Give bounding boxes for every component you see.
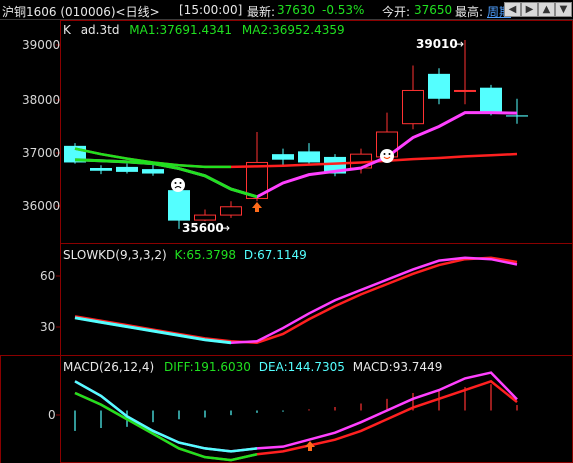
candle-body — [428, 73, 450, 99]
ma2-label: MA2:36952.4359 — [242, 23, 345, 37]
kd-tick: 60 — [40, 269, 55, 283]
price-panel — [64, 40, 528, 229]
candle-body — [116, 166, 138, 172]
sad-face-icon — [171, 178, 185, 192]
next-icon[interactable]: ▶ — [521, 2, 538, 17]
price-tick: 37000 — [22, 146, 60, 160]
kd-panel — [74, 256, 518, 345]
d-value-label: D:67.1149 — [244, 248, 307, 262]
change-value: -0.53% — [322, 3, 365, 17]
macd-tick: 0 — [48, 408, 56, 422]
dea-label: DEA:144.7305 — [259, 360, 345, 374]
candle-body — [454, 89, 476, 92]
price-tick: 38000 — [22, 93, 60, 107]
candle-body — [298, 151, 320, 163]
candle-body — [480, 87, 502, 113]
diff-label: DIFF:191.6030 — [164, 360, 251, 374]
k-panel-name: K — [63, 23, 72, 37]
ma1-line — [74, 111, 518, 199]
price-tick: 36000 — [22, 199, 60, 213]
high-label: 最高: — [455, 5, 484, 19]
candle-body — [506, 115, 528, 117]
k-value-label: K:65.3798 — [174, 248, 236, 262]
chart-area[interactable]: 39000 38000 37000 36000 60 30 0 K ad.3td… — [0, 20, 573, 463]
up-arrow-icon — [305, 441, 315, 451]
zoom-out-icon[interactable]: ▲ — [538, 2, 555, 17]
prev-icon[interactable]: ◀ — [504, 2, 521, 17]
up-arrow-icon — [252, 202, 262, 212]
kd-panel-name: SLOWKD(9,3,3,2) — [63, 248, 167, 262]
dea-line — [74, 379, 518, 462]
kd-tick: 30 — [40, 320, 55, 334]
price-tick: 39000 — [22, 38, 60, 52]
k-formula: ad.3td — [81, 23, 120, 37]
candle-body — [194, 214, 216, 221]
title-bar: 沪铜1606 (010006)<日线> [15:00:00] 最新: 37630… — [0, 0, 573, 20]
svg-text:SLOWKD(9,3,3,2) K:65.3798: SLOWKD(9,3,3,2) K:65.3798 D:67.1149 — [63, 248, 307, 262]
latest-label: 最新: — [247, 5, 276, 19]
ma1-label: MA1:37691.4341 — [129, 23, 232, 37]
time-label: [15:00:00] — [179, 3, 243, 17]
high-annotation: 39010 — [416, 37, 458, 51]
low-annotation: 35600 — [182, 221, 224, 235]
ma1-line-green — [74, 158, 258, 199]
zoom-in-icon[interactable]: ▼ — [555, 2, 572, 17]
high-annotation-arrow: → — [454, 37, 464, 51]
candle-body — [220, 206, 242, 216]
candle-body — [168, 190, 190, 221]
macd-panel — [74, 371, 518, 462]
candle-body — [90, 168, 112, 171]
low-annotation-arrow: → — [220, 221, 230, 235]
macd-value-label: MACD:93.7449 — [353, 360, 443, 374]
slowk-line-cyan — [74, 316, 232, 345]
candle-body — [272, 154, 294, 160]
candle-body — [402, 89, 424, 125]
svg-text:K ad.3td MA1:37691.434: K ad.3td MA1:37691.4341 MA2:36952.4359 — [63, 23, 345, 37]
happy-face-icon — [380, 149, 394, 163]
svg-text:MACD(26,12,4) DIFF:191.603: MACD(26,12,4) DIFF:191.6030 DEA:144.7305… — [63, 360, 442, 374]
symbol-label: 沪铜1606 (010006)<日线> — [2, 5, 160, 19]
latest-value: 37630 — [277, 3, 316, 17]
macd-panel-name: MACD(26,12,4) — [63, 360, 154, 374]
open-label: 今开: — [382, 5, 411, 19]
open-value: 37650 — [414, 3, 453, 17]
diff-line — [74, 371, 518, 453]
candle-body — [142, 169, 164, 174]
